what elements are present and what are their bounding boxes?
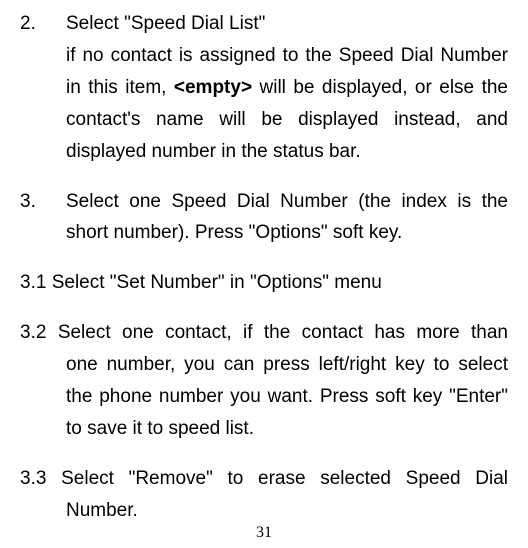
- item-number: 3.: [20, 186, 66, 218]
- page-number: 31: [0, 524, 528, 542]
- sub-label: 3.3: [20, 468, 46, 489]
- sub-first-line: Select "Remove" to erase selected Speed …: [61, 468, 508, 489]
- sub-body: one number, you can press left/right key…: [66, 349, 508, 445]
- item-first-line: Select one Speed Dial Number (the index …: [66, 191, 508, 212]
- item-first-line: Select "Speed Dial List": [66, 13, 265, 34]
- sub-item-3-3: 3.3 Select "Remove" to erase selected Sp…: [20, 463, 508, 527]
- sub-item-3-2: 3.2 Select one contact, if the contact h…: [20, 317, 508, 445]
- sub-body: Number.: [66, 495, 508, 527]
- sub-label: 3.2: [20, 322, 46, 343]
- item-body: if no contact is assigned to the Speed D…: [66, 40, 508, 168]
- item-body: short number). Press "Options" soft key.: [66, 217, 508, 249]
- sub-first-line: Select one contact, if the contact has m…: [58, 322, 508, 343]
- sub-item-3-1: 3.1 Select "Set Number" in "Options" men…: [20, 267, 508, 299]
- item-number: 2.: [20, 8, 66, 40]
- list-item-2: 2.Select "Speed Dial List" if no contact…: [20, 8, 508, 168]
- list-item-3: 3.Select one Speed Dial Number (the inde…: [20, 186, 508, 250]
- sub-label: 3.1: [20, 272, 46, 293]
- sub-first-line: Select "Set Number" in "Options" menu: [52, 272, 382, 293]
